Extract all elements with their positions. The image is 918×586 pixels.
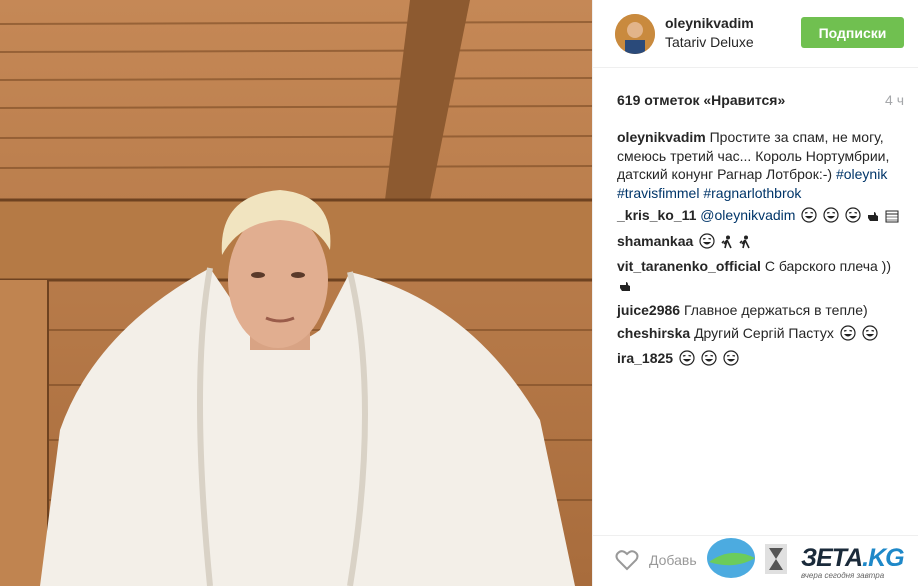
- comment-username[interactable]: vit_taranenko_official: [617, 258, 761, 274]
- runner-emoji: [739, 235, 751, 254]
- comments-list: oleynikvadim Простите за спам, не могу, …: [617, 128, 901, 375]
- comment-item: vit_taranenko_official С барского плеча …: [617, 257, 901, 297]
- calendar-emoji: [885, 209, 899, 228]
- comment-mention[interactable]: @oleynikvadim: [700, 207, 795, 223]
- comment-username[interactable]: _kris_ko_11: [617, 207, 696, 223]
- hashtag[interactable]: #ragnarlothbrok: [703, 185, 801, 201]
- comment-item: shamankaa: [617, 232, 901, 254]
- comment-item: _kris_ko_11 @oleynikvadim: [617, 206, 901, 228]
- comment-text: Главное держаться в тепле): [683, 302, 868, 318]
- point-emoji: [619, 279, 631, 298]
- comment-text: С барского плеча )): [764, 258, 892, 274]
- comment-text: Другий Сергій Пастух: [694, 324, 834, 341]
- watermark-logo: ЗЕТА.KG вчера сегодня завтра: [705, 532, 918, 586]
- post-time[interactable]: 4 ч: [885, 92, 904, 108]
- post-details-panel: oleynikvadim Tatariv Deluxe Подписки 619…: [592, 0, 918, 586]
- comment-username[interactable]: juice2986: [617, 302, 680, 318]
- add-comment-input[interactable]: Добавь: [649, 552, 697, 568]
- comment-username[interactable]: ira_1825: [617, 350, 673, 366]
- laugh-emoji: [840, 324, 856, 346]
- laugh-emoji: [723, 350, 739, 371]
- watermark-brand: ЗЕТА.KG: [801, 544, 905, 572]
- laugh-emoji: [845, 207, 861, 228]
- laugh-emoji: [801, 207, 817, 228]
- laugh-emoji: [701, 350, 717, 371]
- laugh-emoji: [699, 232, 715, 254]
- point-emoji: [867, 209, 879, 228]
- post-author-username[interactable]: oleynikvadim: [665, 15, 754, 31]
- post-location[interactable]: Tatariv Deluxe: [665, 34, 754, 50]
- laugh-emoji: [679, 350, 695, 371]
- post-header: oleynikvadim Tatariv Deluxe Подписки: [593, 0, 918, 68]
- comment-item: juice2986 Главное держаться в тепле): [617, 301, 901, 320]
- hashtag[interactable]: #travisfimmel: [617, 185, 699, 201]
- watermark-slogan: вчера сегодня завтра: [801, 571, 885, 580]
- laugh-emoji: [823, 207, 839, 228]
- likes-count[interactable]: 619 отметок «Нравится»: [617, 92, 785, 108]
- heart-icon[interactable]: [615, 549, 639, 576]
- comment-item: cheshirska Другий Сергій Пастух: [617, 324, 901, 346]
- avatar[interactable]: [615, 14, 655, 54]
- following-button[interactable]: Подписки: [801, 17, 904, 48]
- caption: oleynikvadim Простите за спам, не могу, …: [617, 128, 901, 202]
- hashtag[interactable]: #oleynik: [836, 166, 887, 182]
- comment-item: ira_1825: [617, 349, 901, 371]
- comment-username[interactable]: shamankaa: [617, 233, 693, 249]
- caption-username[interactable]: oleynikvadim: [617, 129, 706, 145]
- post-photo[interactable]: [0, 0, 592, 586]
- laugh-emoji: [862, 324, 878, 346]
- runner-emoji: [721, 235, 733, 254]
- comment-username[interactable]: cheshirska: [617, 325, 690, 341]
